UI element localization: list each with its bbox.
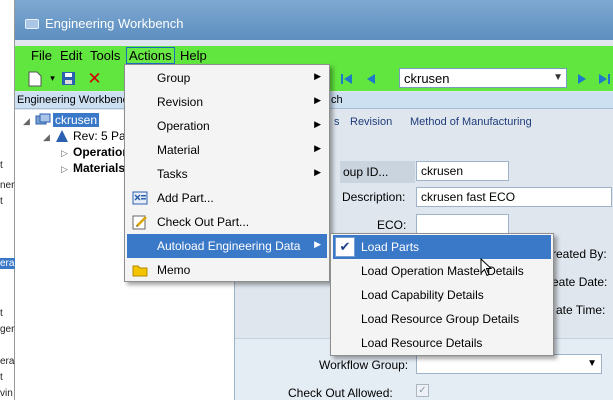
submenu-arrow-icon: ▶	[314, 95, 321, 105]
collapse-icon[interactable]: ◢	[43, 132, 50, 143]
menu-item-check-out-part[interactable]: Check Out Part...	[127, 210, 327, 234]
chevron-down-icon: ▼	[553, 72, 563, 83]
group-id-input[interactable]: ckrusen	[416, 161, 509, 181]
group-icon	[35, 113, 51, 130]
eco-label: ECO:	[377, 218, 407, 232]
menu-item-load-resource-details[interactable]: Load Resource Details	[333, 331, 551, 355]
record-combo[interactable]: ckrusen ▼	[399, 68, 567, 88]
tree-item-operations[interactable]: Operation	[73, 145, 130, 159]
menu-item-material[interactable]: Material ▶	[127, 138, 327, 162]
menu-item-tasks[interactable]: Tasks ▶	[127, 162, 327, 186]
bg-fragment: t	[0, 196, 3, 207]
chevron-down-icon: ▼	[587, 358, 597, 369]
revision-icon	[55, 129, 69, 146]
collapse-icon[interactable]: ◢	[23, 116, 30, 127]
menu-item-memo[interactable]: Memo	[127, 258, 327, 282]
record-combo-value: ckrusen	[404, 71, 450, 86]
previous-record-icon[interactable]	[361, 69, 380, 88]
submenu-arrow-icon: ▶	[314, 143, 321, 153]
autoload-submenu: ✔ Load Parts Load Operation Master Detai…	[330, 233, 554, 356]
menu-item-load-capability-details[interactable]: Load Capability Details	[333, 283, 551, 307]
submenu-arrow-icon: ▶	[314, 119, 321, 129]
expand-icon[interactable]: ▷	[61, 148, 68, 159]
save-icon[interactable]	[59, 69, 78, 88]
menu-tools[interactable]: Tools	[88, 48, 122, 63]
bg-fragment: t	[0, 308, 3, 319]
create-date-label: eate Date:	[552, 275, 608, 289]
header-left-text: Engineering Workbench	[17, 94, 135, 106]
mouse-cursor-icon	[480, 257, 494, 281]
menu-item-load-operation-master-details[interactable]: Load Operation Master Details	[333, 259, 551, 283]
menu-file[interactable]: File	[29, 48, 54, 63]
tree-item-materials[interactable]: Materials	[73, 161, 125, 175]
submenu-arrow-icon: ▶	[314, 71, 321, 81]
menu-edit[interactable]: Edit	[58, 48, 84, 63]
menu-help[interactable]: Help	[178, 48, 209, 63]
header-right-text: ch	[331, 94, 343, 106]
actions-menu: Group ▶ Revision ▶ Operation ▶ Material …	[124, 64, 330, 282]
check-out-icon	[132, 214, 148, 230]
title-bar[interactable]: Engineering Workbench	[15, 0, 613, 40]
tab-revision[interactable]: Revision	[350, 116, 392, 128]
workflow-group-label: Workflow Group:	[319, 358, 409, 372]
memo-icon	[132, 262, 148, 278]
menu-item-autoload-engineering-data[interactable]: Autoload Engineering Data ▶	[127, 234, 327, 258]
submenu-arrow-icon: ▶	[314, 167, 321, 177]
next-record-icon[interactable]	[572, 69, 591, 88]
description-label: Description:	[342, 190, 406, 204]
bg-fragment: vin	[0, 388, 13, 399]
background-window: t ner t era t ger era t vin	[0, 0, 15, 400]
add-part-icon	[132, 190, 148, 206]
tree-item-root[interactable]: ckrusen	[53, 113, 100, 127]
app-icon	[25, 19, 39, 29]
new-document-icon[interactable]	[25, 69, 44, 88]
menu-actions[interactable]: Actions	[126, 47, 175, 64]
menu-bar: File Edit Tools Actions Help	[15, 46, 613, 66]
menu-item-load-parts[interactable]: ✔ Load Parts	[333, 235, 551, 259]
bg-fragment: t	[0, 372, 3, 383]
menu-item-operation[interactable]: Operation ▶	[127, 114, 327, 138]
submenu-arrow-icon: ▶	[314, 239, 321, 249]
expand-icon[interactable]: ▷	[61, 164, 68, 175]
menu-item-add-part[interactable]: Add Part...	[127, 186, 327, 210]
create-time-label: ate Time:	[556, 303, 606, 317]
first-record-icon[interactable]	[337, 69, 356, 88]
bg-fragment: t	[0, 160, 3, 171]
window-title: Engineering Workbench	[45, 16, 184, 31]
delete-icon[interactable]: ✕	[85, 69, 104, 88]
tab-fragment[interactable]: s	[334, 116, 340, 128]
check-out-allowed-label: Check Out Allowed:	[288, 386, 393, 400]
bg-fragment: ner	[0, 180, 15, 191]
created-by-label: reated By:	[552, 247, 607, 261]
menu-item-revision[interactable]: Revision ▶	[127, 90, 327, 114]
tree-item-revision[interactable]: Rev: 5 Par	[73, 129, 130, 143]
bg-fragment: era	[0, 356, 15, 367]
description-input[interactable]: ckrusen fast ECO	[416, 187, 612, 207]
checkmark-icon: ✔	[335, 237, 355, 257]
bg-fragment: ger	[0, 324, 15, 335]
menu-item-load-resource-group-details[interactable]: Load Resource Group Details	[333, 307, 551, 331]
tab-method-of-manufacturing[interactable]: Method of Manufacturing	[410, 116, 532, 128]
eco-input[interactable]	[416, 214, 509, 234]
workflow-group-select[interactable]: ▼	[416, 354, 602, 374]
check-out-allowed-checkbox[interactable]: ✓	[416, 384, 429, 397]
last-record-icon[interactable]	[594, 69, 613, 88]
menu-item-group[interactable]: Group ▶	[127, 66, 327, 90]
group-id-label: oup ID...	[343, 165, 389, 179]
bg-fragment: era	[0, 258, 15, 269]
